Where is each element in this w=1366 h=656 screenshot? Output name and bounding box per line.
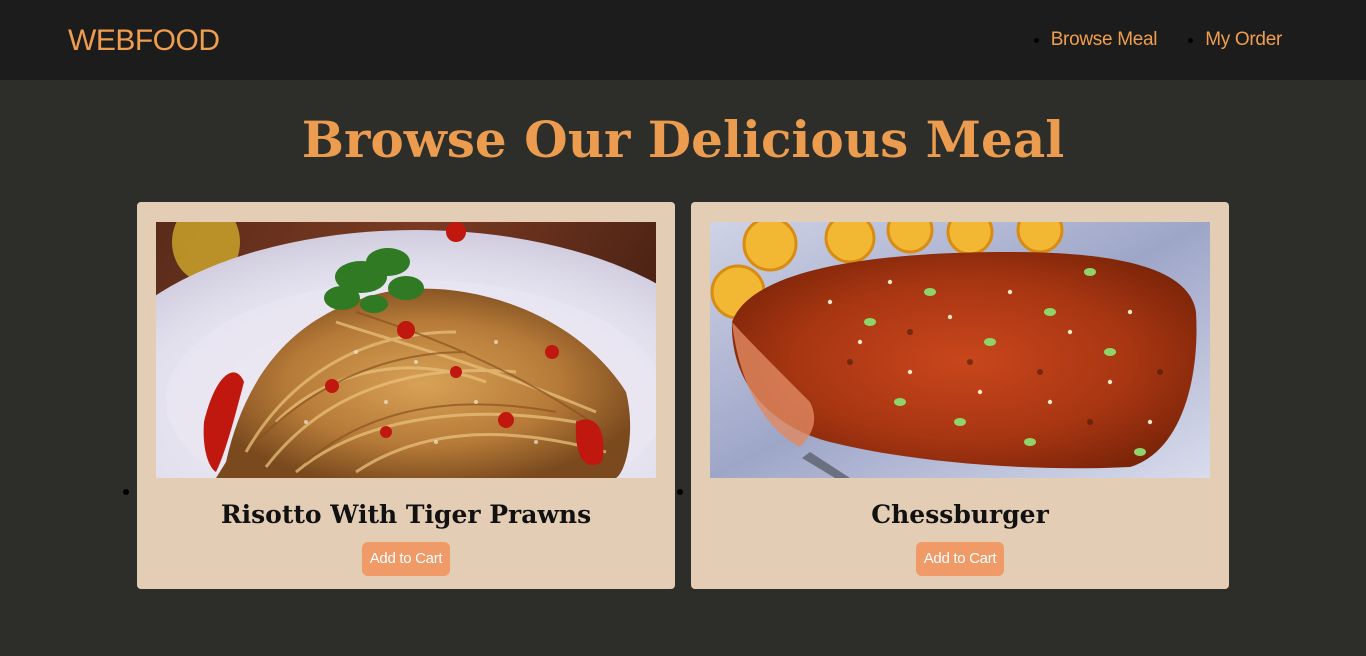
brand-logo-link[interactable]: WEBFOOD	[68, 22, 220, 60]
meal-image-pasta	[156, 222, 656, 478]
page-title: Browse Our Delicious Meal	[301, 110, 1065, 169]
meal-name: Risotto With Tiger Prawns	[220, 500, 592, 529]
browse-meal-link[interactable]: Browse Meal	[1051, 29, 1158, 50]
meal-card: Risotto With Tiger Prawns Add to Cart	[137, 202, 675, 589]
navbar: WEBFOOD Browse Meal My Order	[0, 0, 1366, 80]
add-to-cart-button[interactable]: Add to Cart	[361, 542, 451, 576]
meal-card: Chessburger Add to Cart	[691, 202, 1229, 589]
add-to-cart-button[interactable]: Add to Cart	[915, 542, 1005, 576]
list-bullet	[677, 489, 683, 495]
meal-image-salmon	[710, 222, 1210, 478]
list-bullet	[123, 489, 129, 495]
meal-name: Chessburger	[871, 500, 1049, 529]
nav-item-my-order: My Order	[1205, 28, 1282, 52]
list-item: Chessburger Add to Cart	[677, 202, 1229, 589]
list-item: Risotto With Tiger Prawns Add to Cart	[123, 202, 675, 589]
nav-item-browse-meal: Browse Meal	[1051, 28, 1158, 52]
my-order-link[interactable]: My Order	[1205, 29, 1282, 50]
meal-list: Risotto With Tiger Prawns Add to Cart Ch…	[123, 202, 1229, 589]
nav-links: Browse Meal My Order	[1035, 28, 1283, 52]
